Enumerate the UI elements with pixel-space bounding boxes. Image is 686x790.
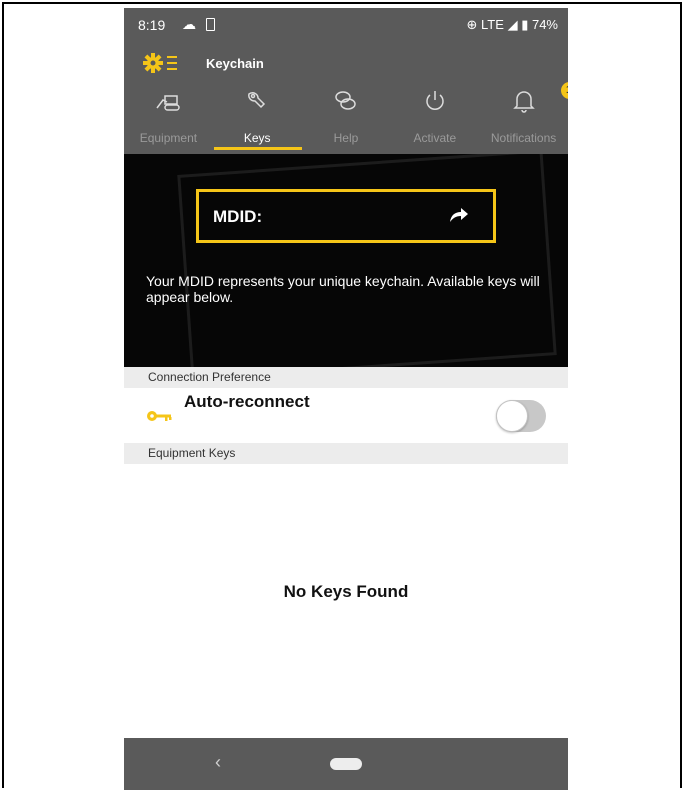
battery-percent: 74% xyxy=(531,17,558,32)
tab-notifications[interactable]: 1 Notifications xyxy=(479,82,568,152)
section-title: Equipment Keys xyxy=(148,446,236,460)
top-bar: 8:19 ☁ ⊕ LTE ◢ ▮ 74% Keychain Equipment … xyxy=(124,8,568,154)
auto-reconnect-label: Auto-reconnect xyxy=(184,392,310,411)
home-pill-icon[interactable] xyxy=(330,758,362,770)
phone-screen: 8:19 ☁ ⊕ LTE ◢ ▮ 74% Keychain Equipment … xyxy=(124,8,568,790)
chat-bubbles-icon xyxy=(333,88,359,114)
back-icon[interactable]: ‹ xyxy=(215,752,221,773)
mdid-description: Your MDID represents your unique keychai… xyxy=(146,273,540,305)
mdid-label: MDID: xyxy=(213,207,263,226)
status-indicators: ⊕ LTE ◢ ▮ 74% xyxy=(467,17,558,33)
mdid-panel: MDID: Your MDID represents your unique k… xyxy=(124,154,568,367)
tab-equipment[interactable]: Equipment xyxy=(124,88,213,152)
hand-key-icon xyxy=(244,88,270,114)
tab-label: Notifications xyxy=(490,131,557,145)
tab-label: Activate xyxy=(413,131,457,145)
excavator-icon xyxy=(155,88,181,114)
power-icon xyxy=(422,88,448,114)
equipment-keys-header: Equipment Keys xyxy=(124,443,568,464)
toggle-knob xyxy=(496,400,528,432)
connection-preference-header: Connection Preference xyxy=(124,367,568,388)
signal-icon: ◢ xyxy=(507,17,518,32)
cloud-icon: ☁ xyxy=(182,16,196,32)
battery-icon: ▮ xyxy=(521,17,529,32)
app-title: Keychain xyxy=(206,56,264,71)
sim-card-icon xyxy=(206,18,215,31)
tab-activate[interactable]: Activate xyxy=(390,88,479,152)
background-photo xyxy=(177,154,557,367)
tab-help[interactable]: Help xyxy=(302,88,391,152)
mdid-field[interactable]: MDID: xyxy=(196,189,496,243)
network-type: LTE xyxy=(481,17,504,32)
vibrate-icon: ⊕ xyxy=(466,17,478,32)
no-keys-message: No Keys Found xyxy=(283,582,409,601)
tab-label: Help xyxy=(333,131,359,145)
tab-keys[interactable]: Keys xyxy=(213,88,302,152)
auto-reconnect-toggle[interactable] xyxy=(496,400,546,432)
active-tab-indicator xyxy=(214,147,302,150)
status-time: 8:19 xyxy=(138,17,166,33)
bell-icon: 1 xyxy=(511,82,568,114)
tab-label: Equipment xyxy=(139,131,198,145)
auto-reconnect-row: Auto-reconnect xyxy=(124,388,568,445)
section-title: Connection Preference xyxy=(148,370,271,384)
tab-label: Keys xyxy=(243,131,271,145)
system-nav-bar: ‹ xyxy=(124,738,568,790)
tab-bar: Equipment Keys Help Activate Notificatio… xyxy=(124,82,568,152)
settings-menu-icon[interactable] xyxy=(142,52,186,79)
notification-badge: 1 xyxy=(560,82,568,99)
share-icon[interactable] xyxy=(447,204,469,231)
key-icon xyxy=(146,408,172,429)
